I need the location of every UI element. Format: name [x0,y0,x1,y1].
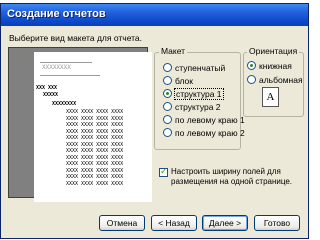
orientation-option[interactable]: книжная [247,60,292,71]
layout-option-label: ступенчатый [175,62,226,73]
layout-preview: XXXXXXXX XXX XXX XXXXX XXXXXXXX XXXX XXX… [8,47,152,202]
layout-option[interactable]: блок [163,75,193,86]
fit-width-label: Настроить ширину полей для размещения на… [171,167,293,186]
orientation-option-label: альбомная [259,74,303,85]
instruction-text: Выберите вид макета для отчета. [9,33,143,43]
layout-option-label: структура 2 [175,101,221,112]
layout-option-label: структура 1 [174,87,224,100]
preview-row: XXXX XXXX XXXX XXXX [66,161,124,167]
preview-row: XXXX XXXX XXXX XXXX [66,148,124,154]
radio-button[interactable] [247,61,256,70]
orientation-option-label: книжная [259,60,292,71]
layout-option[interactable]: ступенчатый [163,62,225,73]
preview-header: XXXXX [43,92,59,98]
portrait-page-icon: A [262,87,279,107]
preview-row: XXXX XXXX XXXX XXXX [66,128,124,135]
layout-option-label: блок [175,75,193,86]
radio-button[interactable] [163,76,172,85]
preview-title: XXXXXXXX [42,64,71,71]
cancel-button[interactable]: Отмена [99,215,145,231]
radio-button[interactable] [163,102,172,111]
finish-button[interactable]: Готово [254,215,300,231]
layout-option[interactable]: структура 1 [163,87,224,100]
preview-row: XXXX XXXX XXXX XXXX [66,122,124,128]
preview-row: XXXX XXXX XXXX XXXX [66,167,124,174]
checkmark-icon: ✓ [160,166,168,176]
preview-row: XXXX XXXX XXXX XXXX [66,174,124,180]
layout-group-label: Макет [159,46,188,56]
window-title: Создание отчетов [7,8,106,20]
report-wizard-dialog: Создание отчетов Выберите вид макета для… [0,3,309,239]
layout-option[interactable]: по левому краю 2 [163,127,245,138]
preview-row: XXXX XXXX XXXX XXXX [66,115,124,122]
layout-option-label: по левому краю 2 [175,127,245,138]
layout-option[interactable]: структура 2 [163,101,221,112]
fit-width-checkbox[interactable]: ✓ [159,166,168,177]
preview-rule [40,75,100,76]
preview-page: XXXXXXXX XXX XXX XXXXX XXXXXXXX XXXX XXX… [34,52,152,202]
fit-width-option[interactable]: ✓ Настроить ширину полей для размещения … [159,166,304,187]
preview-row: XXXX XXXX XXXX XXXX [66,180,124,187]
title-bar[interactable]: Создание отчетов [1,4,308,26]
preview-row: XXXX XXXX XXXX XXXX [66,141,124,148]
radio-button[interactable] [163,115,172,124]
preview-header: XXXXXXXX [52,101,77,107]
preview-row: XXXX XXXX XXXX XXXX [66,109,124,115]
preview-row: XXXX XXXX XXXX XXXX [66,135,124,141]
next-button[interactable]: Далее > [202,215,248,231]
preview-header: XXX XXX [36,85,58,91]
layout-option-label: по левому краю 1 [175,114,245,125]
radio-button[interactable] [247,75,256,84]
radio-button[interactable] [163,63,172,72]
radio-button[interactable] [163,128,172,137]
radio-button[interactable] [163,89,172,98]
preview-row: XXXX XXXX XXXX XXXX [66,154,124,161]
preview-rule [40,62,92,63]
orientation-group-label: Ориентация [247,46,300,56]
orientation-option[interactable]: альбомная [247,74,303,85]
layout-option[interactable]: по левому краю 1 [163,114,245,125]
back-button[interactable]: < Назад [151,215,197,231]
